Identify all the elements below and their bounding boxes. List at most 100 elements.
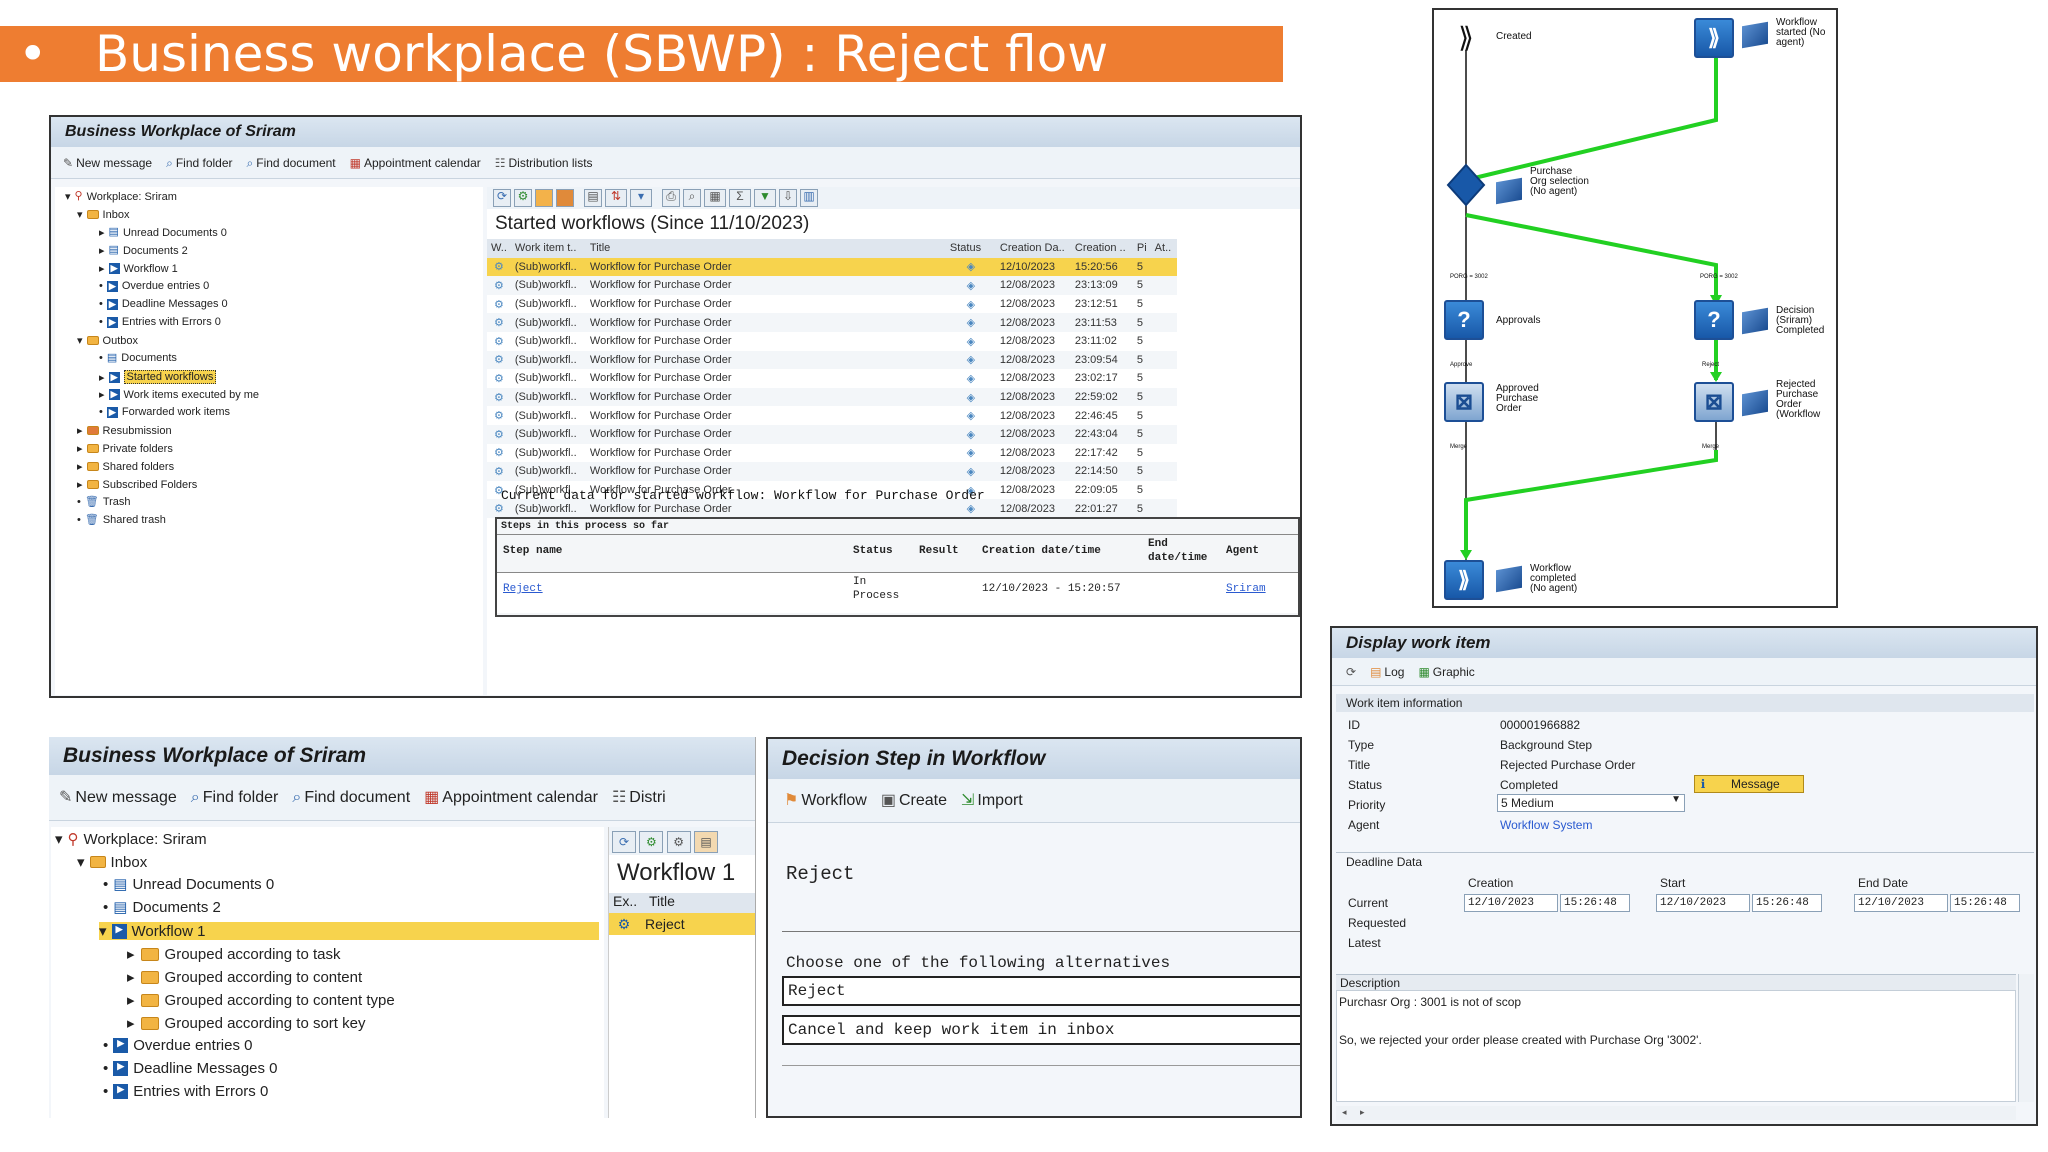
end-time-field[interactable]: 15:26:48 [1950,894,2020,912]
forward-icon[interactable] [535,189,553,207]
tree-item-deadline[interactable]: • ▶ Deadline Messages 0 [99,298,228,310]
table-row[interactable]: ⚙ (Sub)workfl.. Workflow for Purchase Orde… [487,406,1177,425]
find-folder-button[interactable]: ⌕ Find folder [166,156,232,170]
forward-icon[interactable]: ▤ [694,831,719,853]
distribution-lists-button[interactable]: ☷ Distribution lists [495,156,593,170]
tree-resubmission[interactable]: ▸ Resubmission [77,424,172,438]
tree-group-task[interactable]: ▸ Grouped according to task [127,945,340,964]
appointment-calendar-button[interactable]: ▦ Appointment calendar [424,789,598,807]
column-header[interactable]: Pi [1132,239,1151,258]
distribution-lists-button[interactable]: ☷ Distri [612,789,666,807]
agent-link[interactable]: Workflow System [1500,818,1592,832]
view-icon[interactable]: ▥ [800,189,818,207]
tree-item-unread[interactable]: ▸ ▤ Unread Documents 0 [99,226,227,240]
replace-icon[interactable] [556,189,574,207]
refresh-button[interactable]: ⟳ [1346,666,1356,678]
table-row[interactable]: ⚙ (Sub)workfl.. Workflow for Purchase Orde… [487,443,1177,463]
log-button[interactable]: ▤ Log [1370,665,1404,679]
new-message-button[interactable]: ✎ New message [59,789,177,807]
tree-group-sort-key[interactable]: ▸ Grouped according to sort key [127,1014,365,1033]
column-header[interactable]: Work item t.. [510,239,586,258]
tree-item-workflow[interactable]: ▾ ▶ Workflow 1 [99,922,599,940]
message-button[interactable]: ℹ Message [1694,775,1804,793]
workflow-button[interactable]: ⚑ Workflow [784,792,867,810]
tree-item-documents[interactable]: ▸ ▤ Documents 2 [99,244,188,258]
reserve-icon[interactable]: ⚙ [666,831,691,853]
option-cancel-button[interactable]: Cancel and keep work item in inbox [782,1015,1300,1045]
tree-item-deadline[interactable]: • ▶ Deadline Messages 0 [103,1060,278,1077]
print-icon[interactable]: ⎙ [662,189,680,207]
tree-group-content[interactable]: ▸ Grouped according to content [127,968,362,987]
column-header[interactable]: Title [585,239,946,258]
table-row[interactable]: ⚙ (Sub)workfl.. Workflow for Purchase Orde… [487,276,1177,295]
rejected-po-node[interactable]: ⊠ [1694,382,1734,422]
tree-root[interactable]: ▾ ⚲ Workplace: Sriram [65,190,177,204]
tree-inbox[interactable]: ▾ Inbox [77,853,147,872]
table-row[interactable]: ⚙ (Sub)workfl.. Workflow for Purchase Orde… [487,462,1177,481]
new-message-button[interactable]: ✎ New message [63,156,152,170]
export-icon[interactable]: ⇩ [779,189,797,207]
approved-po-node[interactable]: ⊠ [1444,382,1484,422]
tree-outbox[interactable]: ▾ Outbox [77,334,138,348]
agent-link[interactable]: Sriram [1226,583,1266,595]
workflow-completed-node[interactable]: ⟫ [1444,560,1484,600]
tree-item-unread[interactable]: • ▤ Unread Documents 0 [103,876,274,893]
start-time-field[interactable]: 15:26:48 [1752,894,1822,912]
sort-icon[interactable]: ⇅ [605,189,627,207]
table-row[interactable]: ⚙ (Sub)workfl.. Workflow for Purchase Orde… [487,313,1177,332]
end-date-field[interactable]: 12/10/2023 [1854,894,1948,912]
priority-select[interactable]: 5 Medium ▼ [1497,794,1685,812]
refresh-icon[interactable]: ⟳ [612,831,636,853]
find-folder-button[interactable]: ⌕ Find folder [191,789,279,807]
arrow-right-icon[interactable]: ▸ [1360,1108,1365,1117]
tree-item-overdue[interactable]: • ▶ Overdue entries 0 [99,280,209,292]
tree-trash[interactable]: • 🗑 Trash [77,496,131,508]
column-header[interactable]: W.. [487,239,511,258]
graphic-button[interactable]: ▦ Graphic [1418,665,1474,679]
tree-item-forwarded[interactable]: • ▶ Forwarded work items [99,406,230,418]
find-document-button[interactable]: ⌕ Find document [247,156,336,170]
find-icon[interactable]: ⌕ [683,189,701,207]
creation-date-field[interactable]: 12/10/2023 [1464,894,1558,912]
tree-group-content-type[interactable]: ▸ Grouped according to content type [127,991,395,1010]
tree-item-overdue[interactable]: • ▶ Overdue entries 0 [103,1037,253,1054]
filter-icon[interactable]: ▾ [630,189,652,207]
find-document-button[interactable]: ⌕ Find document [292,789,410,807]
layout-icon[interactable]: ▦ [704,189,726,207]
tree-item-out-documents[interactable]: • ▤ Documents [99,352,177,364]
column-header[interactable]: At.. [1150,239,1177,258]
sum-icon[interactable]: Σ [729,189,751,207]
tree-item-errors[interactable]: • ▶ Entries with Errors 0 [103,1083,268,1100]
table-row[interactable]: ⚙ (Sub)workfl.. Workflow for Purchase Orde… [487,424,1177,444]
arrow-left-icon[interactable]: ◂ [1342,1108,1347,1117]
table-row[interactable]: ⚙ (Sub)workfl.. Workflow for Purchase Orde… [487,387,1177,407]
column-header[interactable]: Creation .. [1070,239,1133,258]
column-header[interactable]: Status [945,239,996,258]
filter-funnel-icon[interactable]: ▼ [754,189,776,207]
option-reject-button[interactable]: Reject [782,976,1300,1006]
execute-icon[interactable]: ⚙ [639,831,664,853]
refresh-icon[interactable]: ⟳ [493,189,511,207]
approvals-node[interactable]: ? [1444,300,1484,340]
workflow-started-node[interactable]: ⟫ [1694,18,1734,58]
tree-root[interactable]: ▾ ⚲ Workplace: Sriram [55,830,207,849]
tree-item-documents[interactable]: • ▤ Documents 2 [103,899,221,916]
column-header[interactable]: Creation Da.. [995,239,1071,258]
tree-item-executed[interactable]: ▸ ▶ Work items executed by me [99,388,259,402]
table-row[interactable]: ⚙ (Sub)workfl.. Workflow for Purchase Orde… [487,350,1177,370]
execute-icon[interactable]: ⚙ [514,189,532,207]
tree-private-folders[interactable]: ▸ Private folders [77,442,173,456]
description-editor[interactable]: Purchasr Org : 3001 is not of scop So, w… [1336,990,2016,1102]
appointment-calendar-button[interactable]: ▦ Appointment calendar [350,156,481,170]
table-row[interactable]: ⚙ (Sub)workfl.. Workflow for Purchase Orde… [487,257,1177,277]
table-row[interactable]: ⚙ (Sub)workfl.. Workflow for Purchase Orde… [487,369,1177,388]
step-name-link[interactable]: Reject [503,583,543,595]
tree-shared-trash[interactable]: • 🗑 Shared trash [77,514,166,526]
import-button[interactable]: ⇲ Import [961,792,1023,810]
start-date-field[interactable]: 12/10/2023 [1656,894,1750,912]
tree-item-errors[interactable]: • ▶ Entries with Errors 0 [99,316,221,328]
create-button[interactable]: ▣ Create [881,792,947,810]
tree-subscribed-folders[interactable]: ▸ Subscribed Folders [77,478,197,492]
tree-shared-folders[interactable]: ▸ Shared folders [77,460,174,474]
decision-node[interactable]: ? [1694,300,1734,340]
